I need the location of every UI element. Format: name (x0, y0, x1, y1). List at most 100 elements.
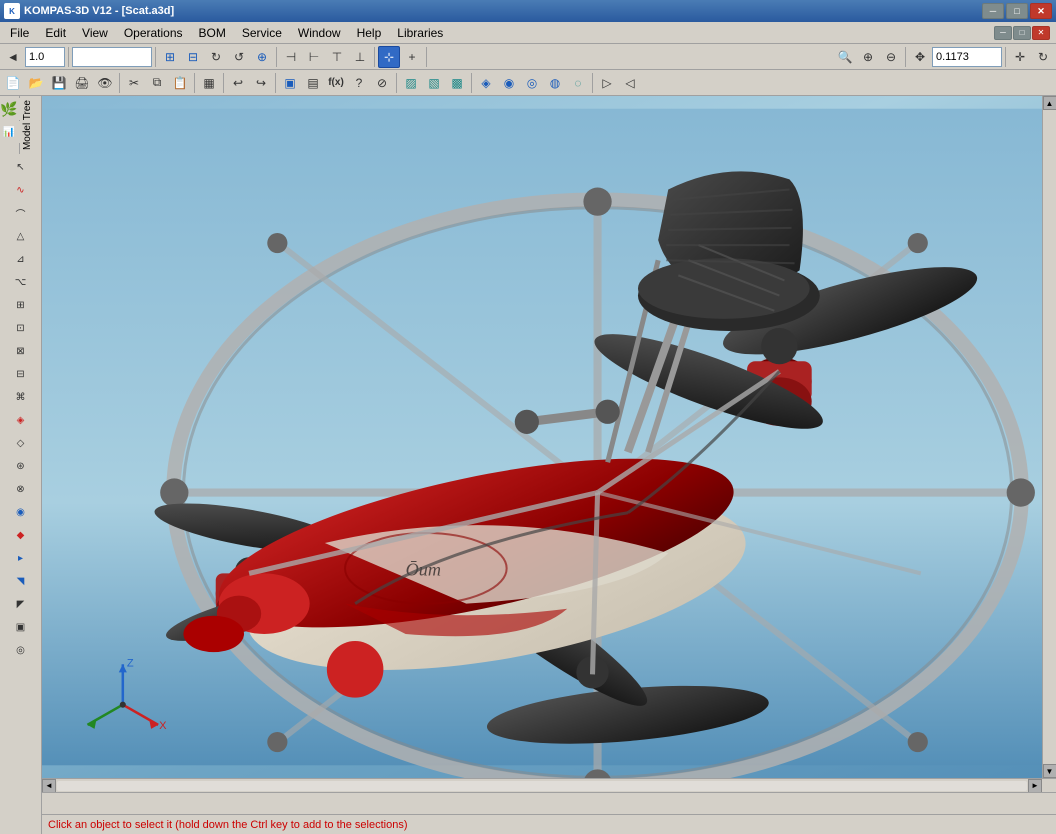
left-tool-11[interactable]: ⌘ (10, 386, 32, 408)
left-tool-4[interactable]: △ (10, 225, 32, 247)
vscroll-down-btn[interactable]: ▼ (1043, 764, 1056, 778)
orient-btn[interactable]: ⊞ (159, 46, 181, 68)
menu-help[interactable]: Help (349, 22, 390, 44)
plane4-btn[interactable]: ◍ (544, 72, 566, 94)
menu-file[interactable]: File (2, 22, 37, 44)
rotate3d-btn[interactable]: ↻ (1032, 46, 1054, 68)
redo-btn[interactable]: ↪ (250, 72, 272, 94)
left-tool-14[interactable]: ⊛ (10, 455, 32, 477)
left-tool-16[interactable]: ◉ (10, 501, 32, 523)
zoom-in-btn[interactable]: ⊕ (857, 46, 879, 68)
zoom-out-btn[interactable]: ⊖ (880, 46, 902, 68)
zoom-fit-btn[interactable]: 🔍 (834, 46, 856, 68)
left-tool-6[interactable]: ⌥ (10, 271, 32, 293)
orient2-btn[interactable]: ⊟ (182, 46, 204, 68)
preview-btn[interactable]: 👁 (94, 72, 116, 94)
model-tree-label[interactable]: Model Tree (20, 96, 42, 154)
align-btn[interactable]: ⊣ (280, 46, 302, 68)
left-tool-3[interactable]: ⌒ (10, 202, 32, 224)
left-tool-13[interactable]: ◇ (10, 432, 32, 454)
left-tool-19[interactable]: ◥ (10, 570, 32, 592)
menu-libraries[interactable]: Libraries (389, 22, 451, 44)
copy-btn[interactable]: ⧉ (146, 72, 168, 94)
minimize-button[interactable]: ─ (982, 3, 1004, 19)
vertical-scrollbar[interactable]: ▲ ▼ (1042, 96, 1056, 778)
inner-minimize-btn[interactable]: ─ (994, 26, 1012, 40)
print-btn[interactable]: 🖨 (71, 72, 93, 94)
rotate-btn[interactable]: ↻ (205, 46, 227, 68)
hscroll-right-btn[interactable]: ► (1028, 779, 1042, 793)
hscroll-thumb[interactable] (57, 781, 1027, 791)
menu-service[interactable]: Service (234, 22, 290, 44)
left-tool-10[interactable]: ⊟ (10, 363, 32, 385)
zoom-value-input[interactable] (932, 47, 1002, 67)
rotate2-btn[interactable]: ↺ (228, 46, 250, 68)
shade2-btn[interactable]: ◌ (567, 72, 589, 94)
left-tool-15[interactable]: ⊗ (10, 478, 32, 500)
help-btn[interactable]: ? (348, 72, 370, 94)
menu-view[interactable]: View (74, 22, 116, 44)
maximize-button[interactable]: □ (1006, 3, 1028, 19)
left-tool-2[interactable]: ∿ (10, 179, 32, 201)
tab-icon-1[interactable]: 🌿 (0, 98, 20, 120)
menu-operations[interactable]: Operations (116, 22, 191, 44)
left-tool-17[interactable]: ◆ (10, 524, 32, 546)
left-tool-22[interactable]: ◎ (10, 639, 32, 661)
open-btn[interactable]: 📂 (25, 72, 47, 94)
save-btn[interactable]: 💾 (48, 72, 70, 94)
main-wrapper: 🌿 📊 Model Tree ↖ ∿ ⌒ △ ⊿ ⌥ ⊞ ⊡ ⊠ ⊟ ⌘ ◈ ◇ (0, 96, 1056, 834)
inner-close-btn[interactable]: ✕ (1032, 26, 1050, 40)
menu-bom[interactable]: BOM (191, 22, 234, 44)
sep-4 (374, 47, 375, 67)
align2-btn[interactable]: ⊢ (303, 46, 325, 68)
cut-btn[interactable]: ✂ (123, 72, 145, 94)
left-tool-18[interactable]: ▸ (10, 547, 32, 569)
export2-btn[interactable]: ◁ (619, 72, 641, 94)
left-tool-8[interactable]: ⊡ (10, 317, 32, 339)
plane2-btn[interactable]: ◉ (498, 72, 520, 94)
plane3-btn[interactable]: ◎ (521, 72, 543, 94)
display3-btn[interactable]: ▩ (446, 72, 468, 94)
view-normal-btn[interactable]: ⊹ (378, 46, 400, 68)
vscroll-up-btn[interactable]: ▲ (1043, 96, 1056, 110)
fx-btn[interactable]: f(x) (325, 72, 347, 94)
left-tool-7[interactable]: ⊞ (10, 294, 32, 316)
plane1-btn[interactable]: ◈ (475, 72, 497, 94)
left-tool-9[interactable]: ⊠ (10, 340, 32, 362)
horizontal-scrollbar[interactable]: ◄ ► (42, 778, 1056, 792)
menu-edit[interactable]: Edit (37, 22, 74, 44)
format-btn[interactable]: ▦ (198, 72, 220, 94)
inner-maximize-btn[interactable]: □ (1013, 26, 1031, 40)
close-button[interactable]: ✕ (1030, 3, 1052, 19)
viewport-3d[interactable]: Ōum (42, 96, 1042, 778)
tab-icon-2[interactable]: 📊 (0, 121, 20, 143)
undo-btn[interactable]: ↩ (227, 72, 249, 94)
move-left-btn[interactable]: ◄ (2, 46, 24, 68)
left-tool-1[interactable]: ↖ (10, 156, 32, 178)
view-btn2[interactable]: + (401, 46, 423, 68)
left-tool-12[interactable]: ◈ (10, 409, 32, 431)
help2-btn[interactable]: ⊘ (371, 72, 393, 94)
left-tool-20[interactable]: ◤ (10, 593, 32, 615)
filter-input[interactable] (72, 47, 152, 67)
display2-btn[interactable]: ▧ (423, 72, 445, 94)
wire-btn[interactable]: ▣ (279, 72, 301, 94)
new-btn[interactable]: 📄 (2, 72, 24, 94)
step-input[interactable] (25, 47, 65, 67)
hscroll-left-btn[interactable]: ◄ (42, 779, 56, 793)
paste-btn[interactable]: 📋 (169, 72, 191, 94)
sep-14 (592, 73, 593, 93)
align3-btn[interactable]: ⊤ (326, 46, 348, 68)
left-tool-5[interactable]: ⊿ (10, 248, 32, 270)
left-tool-21[interactable]: ▣ (10, 616, 32, 638)
snap-btn[interactable]: ⊕ (251, 46, 273, 68)
shade-btn[interactable]: ▤ (302, 72, 324, 94)
pan-btn[interactable]: ✥ (909, 46, 931, 68)
align4-btn[interactable]: ⊥ (349, 46, 371, 68)
export1-btn[interactable]: ▷ (596, 72, 618, 94)
display1-btn[interactable]: ▨ (400, 72, 422, 94)
menubar: File Edit View Operations BOM Service Wi… (0, 22, 1056, 44)
statusbar-line2: Click an object to select it (hold down … (42, 814, 1056, 834)
move3d-btn[interactable]: ✛ (1009, 46, 1031, 68)
menu-window[interactable]: Window (290, 22, 349, 44)
